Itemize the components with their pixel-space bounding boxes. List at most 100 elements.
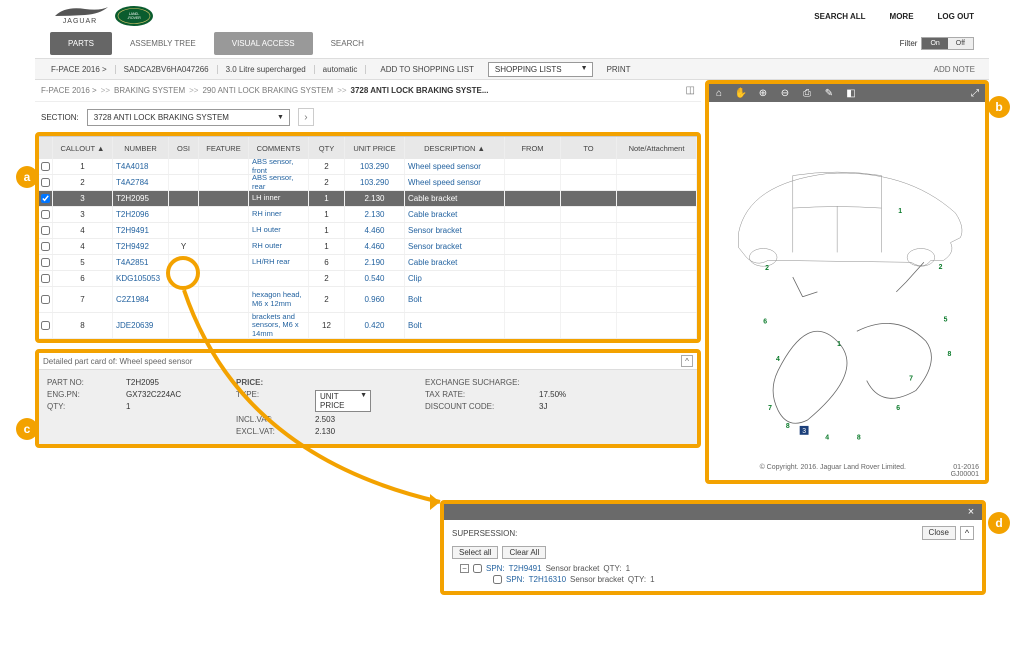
tree-checkbox[interactable] <box>493 575 502 584</box>
cell-number[interactable]: C2Z1984 <box>113 287 169 312</box>
popup-close-button[interactable]: Close <box>922 526 956 540</box>
col-comments[interactable]: COMMENTS <box>249 137 309 159</box>
tree-row[interactable]: SPN:T2H16310Sensor bracketQTY:1 <box>460 574 974 585</box>
col-unit-price[interactable]: UNIT PRICE <box>345 137 405 159</box>
clear-all-button[interactable]: Clear All <box>502 546 546 559</box>
zoom-out-icon[interactable]: ⊖ <box>779 87 791 99</box>
tree-checkbox[interactable] <box>473 564 482 573</box>
row-checkbox[interactable] <box>41 274 50 283</box>
col-callout[interactable]: CALLOUT ▲ <box>53 137 113 159</box>
detail-expand-button[interactable]: ^ <box>681 355 693 367</box>
tree-part-number[interactable]: T2H16310 <box>529 575 566 584</box>
print-button[interactable]: PRINT <box>599 65 639 74</box>
print-icon[interactable]: ⎙ <box>801 87 813 99</box>
row-checkbox[interactable] <box>41 210 50 219</box>
shopping-lists-select[interactable]: SHOPPING LISTS <box>488 62 593 77</box>
col-description[interactable]: DESCRIPTION ▲ <box>405 137 505 159</box>
section-select[interactable]: 3728 ANTI LOCK BRAKING SYSTEM <box>87 109 290 126</box>
cell-note <box>617 207 697 222</box>
cell-from <box>505 223 561 238</box>
cell-number[interactable]: JDE20639 <box>113 313 169 338</box>
navbar: PARTS ASSEMBLY TREE VISUAL ACCESS SEARCH… <box>0 30 1024 56</box>
cell-qty: 1 <box>309 207 345 222</box>
cell-price: 2.130 <box>345 207 405 222</box>
col-number[interactable]: NUMBER <box>113 137 169 159</box>
book-icon[interactable]: ◫ <box>686 85 695 96</box>
tab-parts[interactable]: PARTS <box>50 32 112 55</box>
table-row[interactable]: 3T2H2096RH inner12.130Cable bracket <box>39 207 697 223</box>
cell-note <box>617 271 697 286</box>
table-row[interactable]: 6KDG10505320.540Clip <box>39 271 697 287</box>
tab-visual-access[interactable]: VISUAL ACCESS <box>214 32 313 55</box>
row-checkbox[interactable] <box>41 295 50 304</box>
cell-callout: 5 <box>53 255 113 270</box>
search-all-link[interactable]: SEARCH ALL <box>814 12 865 21</box>
cell-number[interactable]: T2H2095 <box>113 191 169 206</box>
cell-number[interactable]: KDG105053 <box>113 271 169 286</box>
tree-qty-value: 1 <box>626 564 630 573</box>
filter-off-button[interactable]: Off <box>948 38 973 49</box>
cell-number[interactable]: T4A2851 <box>113 255 169 270</box>
cell-number[interactable]: T4A4018 <box>113 159 169 174</box>
tab-assembly-tree[interactable]: ASSEMBLY TREE <box>112 32 214 55</box>
select-all-button[interactable]: Select all <box>452 546 498 559</box>
table-row[interactable]: 4T2H9492YRH outer14.460Sensor bracket <box>39 239 697 255</box>
section-next-button[interactable]: › <box>298 108 314 126</box>
cell-number[interactable]: T2H2096 <box>113 207 169 222</box>
pin-icon[interactable]: ✎ <box>823 87 835 99</box>
svg-text:-ROVER: -ROVER <box>127 16 141 20</box>
popup-collapse-button[interactable]: ^ <box>960 526 974 540</box>
col-checkbox[interactable] <box>39 137 53 159</box>
row-checkbox[interactable] <box>41 321 50 330</box>
tree-toggle-icon[interactable]: − <box>460 564 469 573</box>
tab-search[interactable]: SEARCH <box>313 32 382 55</box>
cell-number[interactable]: T2H9491 <box>113 223 169 238</box>
add-shopping-button[interactable]: ADD TO SHOPPING LIST <box>366 65 482 74</box>
cell-note <box>617 255 697 270</box>
row-checkbox[interactable] <box>41 242 50 251</box>
table-row[interactable]: 5T4A2851LH/RH rear62.190Cable bracket <box>39 255 697 271</box>
tree-row[interactable]: −SPN:T2H9491Sensor bracketQTY:1 <box>460 563 974 574</box>
add-note-button[interactable]: ADD NOTE <box>934 65 981 74</box>
svg-text:2: 2 <box>939 264 943 271</box>
home-icon[interactable]: ⌂ <box>713 87 725 99</box>
bc-vehicle[interactable]: F-PACE 2016 > <box>41 86 97 95</box>
more-link[interactable]: MORE <box>890 12 914 21</box>
row-checkbox[interactable] <box>41 162 50 171</box>
col-osi[interactable]: OSI <box>169 137 199 159</box>
cell-feature <box>199 255 249 270</box>
bc-group[interactable]: 290 ANTI LOCK BRAKING SYSTEM <box>202 86 333 95</box>
cell-number[interactable]: T2H9492 <box>113 239 169 254</box>
svg-text:7: 7 <box>909 376 913 383</box>
tree-part-number[interactable]: T2H9491 <box>509 564 542 573</box>
erase-icon[interactable]: ◧ <box>845 87 857 99</box>
hand-icon[interactable]: ✋ <box>735 87 747 99</box>
col-from[interactable]: FROM <box>505 137 561 159</box>
row-checkbox[interactable] <box>41 226 50 235</box>
filter-on-button[interactable]: On <box>922 38 947 49</box>
popup-close-icon[interactable]: × <box>964 506 978 518</box>
popup-title: SUPERSESSION: <box>452 529 517 538</box>
logout-link[interactable]: LOG OUT <box>938 12 974 21</box>
bc-system[interactable]: BRAKING SYSTEM <box>114 86 185 95</box>
vehicle-link[interactable]: F-PACE 2016 > <box>43 65 116 74</box>
zoom-in-icon[interactable]: ⊕ <box>757 87 769 99</box>
col-to[interactable]: TO <box>561 137 617 159</box>
row-checkbox[interactable] <box>41 178 50 187</box>
table-row[interactable]: 2T4A2784ABS sensor, rear2103.290Wheel sp… <box>39 175 697 191</box>
row-checkbox[interactable] <box>41 194 50 203</box>
col-note[interactable]: Note/Attachment <box>617 137 697 159</box>
expand-icon[interactable]: ⤢ <box>969 87 981 99</box>
table-row[interactable]: 4T2H9491LH outer14.460Sensor bracket <box>39 223 697 239</box>
bc-current: 3728 ANTI LOCK BRAKING SYSTE... <box>351 86 489 95</box>
table-row[interactable]: 1T4A4018ABS sensor, front2103.290Wheel s… <box>39 159 697 175</box>
discount-code-value: 3J <box>539 402 589 411</box>
cell-number[interactable]: T4A2784 <box>113 175 169 190</box>
row-checkbox[interactable] <box>41 258 50 267</box>
col-feature[interactable]: FEATURE <box>199 137 249 159</box>
diagram-viewer[interactable]: 1 2 5 8 1 6 4 7 8 4 8 7 6 2 <box>709 102 985 462</box>
table-row[interactable]: 3T2H2095LH inner12.130Cable bracket <box>39 191 697 207</box>
col-qty[interactable]: QTY <box>309 137 345 159</box>
filter-toggle: Filter On Off <box>900 37 974 50</box>
cell-to <box>561 207 617 222</box>
